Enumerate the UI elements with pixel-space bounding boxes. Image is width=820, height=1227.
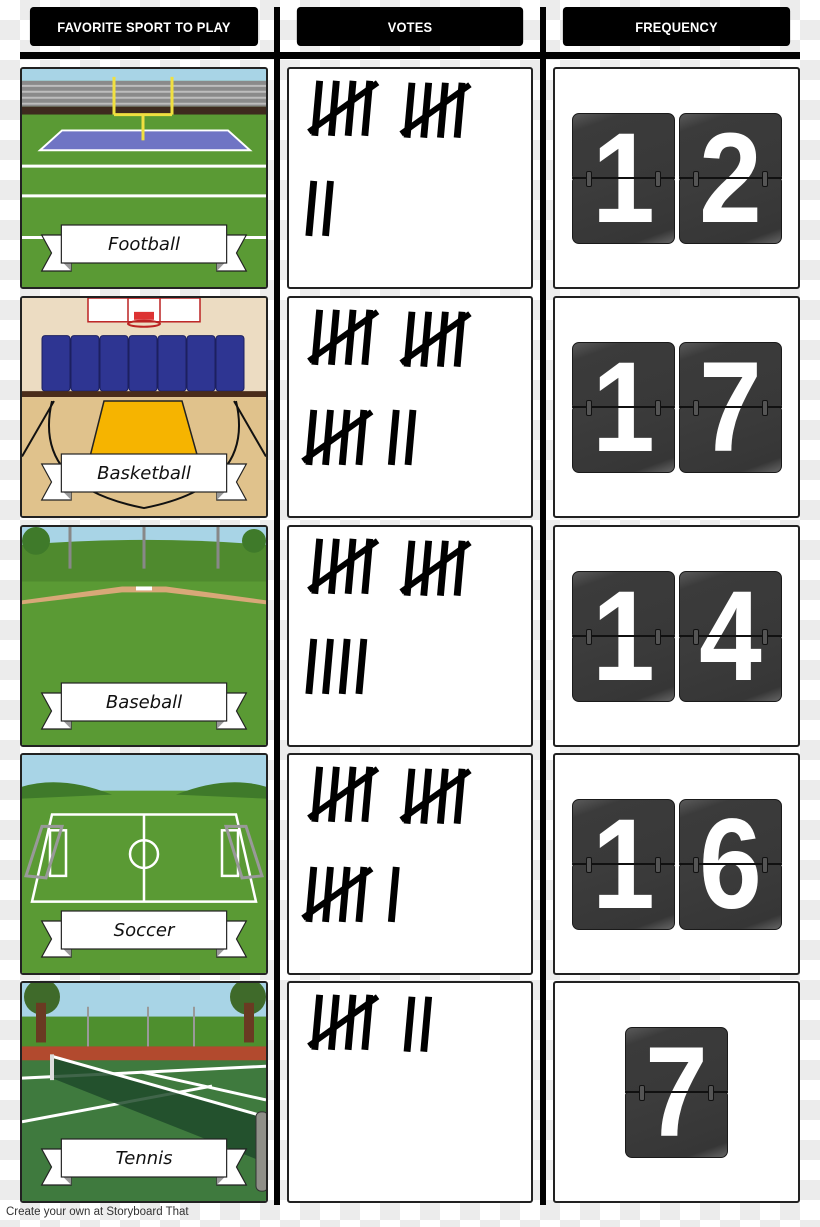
votes-cell [287, 981, 533, 1203]
tally-mark [437, 540, 449, 597]
sport-label-banner: Football [22, 221, 266, 277]
tally-mark [344, 80, 357, 137]
tally-mark [322, 866, 334, 923]
tally-mark [387, 409, 400, 466]
tally-group-of-five [307, 766, 380, 823]
tally-group-of-five [307, 309, 380, 366]
sport-name: Basketball [97, 463, 191, 484]
tally-mark [344, 538, 357, 595]
column-divider-2 [540, 7, 546, 1205]
tally-mark [338, 866, 351, 923]
frequency-cell: 1 4 [553, 525, 800, 747]
tally-remainder [387, 409, 417, 466]
tally-mark [322, 409, 334, 466]
flip-card-digit: 7 [625, 1026, 728, 1158]
tally-marks [301, 309, 472, 466]
tally-marks [301, 766, 472, 923]
tally-mark [328, 80, 340, 137]
votes-cell [287, 525, 533, 747]
flip-card-digit: 1 [571, 570, 675, 702]
sport-label-banner: Baseball [22, 679, 266, 735]
flip-card-digit: 7 [678, 341, 782, 473]
header-divider [20, 52, 800, 59]
header-votes: VOTES [296, 7, 524, 46]
flip-card-digit: 1 [571, 112, 675, 244]
tally-mark [344, 309, 357, 366]
sport-name: Soccer [113, 920, 175, 941]
sport-cell: Basketball [20, 296, 268, 518]
tally-mark [437, 311, 449, 368]
tally-mark [420, 311, 433, 368]
tally-group-of-five [307, 994, 380, 1051]
tally-mark [437, 768, 449, 825]
votes-cell [287, 296, 533, 518]
tally-mark [305, 180, 318, 237]
tally-mark [403, 996, 416, 1053]
sport-name: Baseball [105, 692, 183, 713]
tally-mark [322, 180, 334, 237]
tally-mark [328, 994, 340, 1051]
tally-mark [322, 638, 334, 695]
frequency-cell: 1 6 [553, 753, 800, 975]
tally-mark [338, 638, 351, 695]
tally-group-of-five [399, 82, 472, 139]
tally-remainder [387, 866, 400, 923]
frequency-cell: 1 2 [553, 67, 800, 289]
tally-mark [338, 409, 351, 466]
frequency-cell: 1 7 [553, 296, 800, 518]
tally-marks [305, 538, 472, 695]
sport-name: Football [108, 234, 180, 255]
tally-mark [344, 766, 357, 823]
tally-group-of-five [399, 311, 472, 368]
tally-marks [305, 80, 472, 237]
footer-credit: Create your own at Storyboard That [6, 1206, 189, 1218]
flip-card-digit: 1 [571, 798, 675, 930]
tally-mark [328, 538, 340, 595]
tally-group-of-five [301, 866, 374, 923]
tally-group-of-five [307, 80, 380, 137]
tally-mark [387, 866, 400, 923]
sport-label-banner: Soccer [22, 907, 266, 963]
sport-label-banner: Basketball [22, 450, 266, 506]
header-frequency: FREQUENCY [562, 7, 791, 46]
tally-group-of-five [301, 409, 374, 466]
tally-marks [307, 994, 433, 1053]
tally-mark [344, 994, 357, 1051]
votes-cell [287, 753, 533, 975]
flip-card-digit: 4 [678, 570, 782, 702]
tally-remainder [305, 180, 334, 237]
sport-cell: Football [20, 67, 268, 289]
flip-card-digit: 6 [678, 798, 782, 930]
sport-cell: Baseball [20, 525, 268, 747]
tally-mark [404, 409, 417, 466]
tally-mark [437, 82, 449, 139]
tally-group-of-five [307, 538, 380, 595]
header-favorite-sport: FAVORITE SPORT TO PLAY [29, 7, 259, 46]
tally-group-of-five [399, 768, 472, 825]
tally-mark [328, 309, 340, 366]
flip-card-digit: 2 [678, 112, 782, 244]
sport-label-banner: Tennis [22, 1135, 266, 1191]
tally-mark [420, 996, 433, 1053]
tally-mark [305, 638, 318, 695]
tally-remainder [403, 996, 433, 1053]
frequency-cell: 7 [553, 981, 800, 1203]
sport-cell: Tennis [20, 981, 268, 1203]
tally-mark [420, 768, 433, 825]
tally-mark [355, 638, 368, 695]
tally-mark [420, 540, 433, 597]
sport-cell: Soccer [20, 753, 268, 975]
tally-mark [328, 766, 340, 823]
tally-group-of-five [399, 540, 472, 597]
sport-name: Tennis [115, 1148, 173, 1169]
votes-cell [287, 67, 533, 289]
tally-remainder [305, 638, 368, 695]
flip-card-digit: 1 [571, 341, 675, 473]
tally-mark [420, 82, 433, 139]
column-divider-1 [274, 7, 280, 1205]
